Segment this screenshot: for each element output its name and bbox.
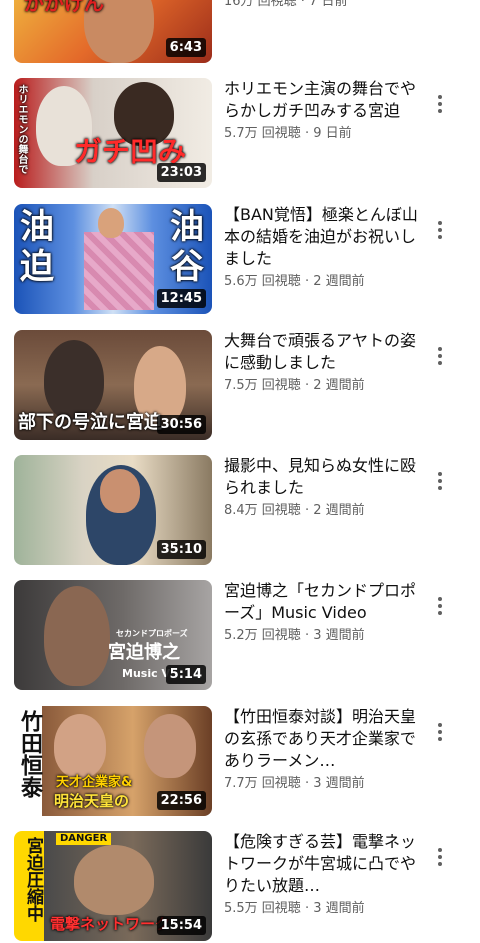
video-thumbnail[interactable]: セカンドプロポーズ 宮迫博之 Music V 5:14	[14, 580, 212, 690]
thumbnail-text: DANGER	[56, 833, 112, 845]
video-item-3[interactable]: 部下の号泣に宮迫 30:56 大舞台で頑張るアヤトの姿に感動しました 7.5万 …	[0, 330, 480, 440]
duration-badge: 5:14	[165, 665, 206, 684]
video-title[interactable]: 【BAN覚悟】極楽とんぼ山本の結婚を油迫がお祝いしました	[224, 204, 420, 270]
more-options-icon[interactable]	[426, 718, 454, 746]
thumbnail-text: 宮迫博之	[108, 642, 180, 663]
thumbnail-text: セカンドプロポーズ	[116, 629, 188, 638]
video-item-0[interactable]: ががげん 6:43 16万 回視聴 · 7 日前	[0, 0, 480, 63]
video-meta: 【竹田恒泰対談】明治天皇の玄孫であり天才企業家でありラーメン… 7.7万 回視聴…	[224, 706, 420, 793]
more-options-icon[interactable]	[426, 843, 454, 871]
duration-badge: 15:54	[156, 916, 206, 935]
video-stats: 8.4万 回視聴 · 2 週間前	[224, 503, 365, 518]
video-thumbnail[interactable]: 35:10	[14, 455, 212, 565]
more-options-icon[interactable]	[426, 467, 454, 495]
thumbnail-figure	[98, 208, 124, 238]
video-item-4[interactable]: 35:10 撮影中、見知らぬ女性に殴られました 8.4万 回視聴 · 2 週間前	[0, 455, 480, 565]
more-options-icon[interactable]	[426, 90, 454, 118]
thumbnail-figure	[44, 340, 104, 420]
duration-badge: 23:03	[156, 163, 206, 182]
thumbnail-text: 部下の号泣に宮迫	[18, 412, 162, 433]
more-options-icon[interactable]	[426, 342, 454, 370]
video-item-1[interactable]: ホリエモンの舞台で ガチ凹み 23:03 ホリエモン主演の舞台でやらかしガチ凹み…	[0, 78, 480, 188]
video-thumbnail[interactable]: 油 迫 油 谷 12:45	[14, 204, 212, 314]
video-item-5[interactable]: セカンドプロポーズ 宮迫博之 Music V 5:14 宮迫博之「セカンドプロポ…	[0, 580, 480, 690]
video-meta: ホリエモン主演の舞台でやらかしガチ凹みする宮迫 5.7万 回視聴 · 9 日前	[224, 78, 420, 143]
video-thumbnail[interactable]: 竹田恒泰 天才企業家& 明治天皇の 22:56	[14, 706, 212, 816]
thumbnail-text: 竹田恒泰	[17, 710, 42, 798]
thumbnail-figure	[144, 714, 196, 778]
video-stats: 16万 回視聴 · 7 日前	[224, 0, 348, 9]
thumbnail-text: Music V	[122, 667, 170, 680]
thumbnail-figure	[100, 469, 140, 513]
more-options-icon[interactable]	[426, 592, 454, 620]
video-item-7[interactable]: DANGER 宮迫圧縮中 電撃ネットワーク 15:54 【危険すぎる芸】電撃ネッ…	[0, 831, 480, 941]
thumbnail-text: 谷	[170, 247, 204, 287]
video-meta: 大舞台で頑張るアヤトの姿に感動しました 7.5万 回視聴 · 2 週間前	[224, 330, 420, 395]
thumbnail-text: 迫	[20, 247, 54, 287]
duration-badge: 6:43	[165, 38, 206, 57]
video-item-2[interactable]: 油 迫 油 谷 12:45 【BAN覚悟】極楽とんぼ山本の結婚を油迫がお祝いしま…	[0, 204, 480, 314]
duration-badge: 35:10	[156, 540, 206, 559]
video-meta: 【危険すぎる芸】電撃ネットワークが牛宮城に凸でやりたい放題… 5.5万 回視聴 …	[224, 831, 420, 918]
video-meta: 16万 回視聴 · 7 日前	[224, 0, 420, 11]
thumbnail-text: ガチ凹み	[74, 135, 187, 168]
thumbnail-figure	[74, 845, 154, 915]
video-item-6[interactable]: 竹田恒泰 天才企業家& 明治天皇の 22:56 【竹田恒泰対談】明治天皇の玄孫で…	[0, 706, 480, 816]
video-meta: 【BAN覚悟】極楽とんぼ山本の結婚を油迫がお祝いしました 5.6万 回視聴 · …	[224, 204, 420, 291]
video-title[interactable]: 大舞台で頑張るアヤトの姿に感動しました	[224, 330, 420, 374]
thumbnail-text: ホリエモンの舞台で	[16, 84, 27, 174]
video-thumbnail[interactable]: 部下の号泣に宮迫 30:56	[14, 330, 212, 440]
video-title[interactable]: 撮影中、見知らぬ女性に殴られました	[224, 455, 420, 499]
thumbnail-figure	[44, 586, 110, 686]
duration-badge: 30:56	[156, 415, 206, 434]
video-meta: 宮迫博之「セカンドプロポーズ」Music Video 5.2万 回視聴 · 3 …	[224, 580, 420, 645]
thumbnail-mosaic	[84, 232, 154, 310]
video-stats: 5.5万 回視聴 · 3 週間前	[224, 901, 365, 916]
video-stats: 7.5万 回視聴 · 2 週間前	[224, 378, 365, 393]
video-stats: 5.6万 回視聴 · 2 週間前	[224, 274, 365, 289]
video-stats: 5.2万 回視聴 · 3 週間前	[224, 628, 365, 643]
video-title[interactable]: 【危険すぎる芸】電撃ネットワークが牛宮城に凸でやりたい放題…	[224, 831, 420, 897]
video-thumbnail[interactable]: ホリエモンの舞台で ガチ凹み 23:03	[14, 78, 212, 188]
thumbnail-text: 油	[170, 207, 204, 247]
more-options-icon[interactable]	[426, 216, 454, 244]
thumbnail-text: 天才企業家&	[56, 775, 133, 790]
thumbnail-text: 明治天皇の	[54, 792, 130, 810]
thumbnail-figure	[54, 714, 106, 778]
thumbnail-text: 油	[20, 207, 54, 247]
video-stats: 7.7万 回視聴 · 3 週間前	[224, 776, 365, 791]
video-thumbnail[interactable]: DANGER 宮迫圧縮中 電撃ネットワーク 15:54	[14, 831, 212, 941]
video-thumbnail[interactable]: ががげん 6:43	[14, 0, 212, 63]
video-meta: 撮影中、見知らぬ女性に殴られました 8.4万 回視聴 · 2 週間前	[224, 455, 420, 520]
video-title[interactable]: 宮迫博之「セカンドプロポーズ」Music Video	[224, 580, 420, 624]
video-title[interactable]: 【竹田恒泰対談】明治天皇の玄孫であり天才企業家でありラーメン…	[224, 706, 420, 772]
duration-badge: 22:56	[156, 791, 206, 810]
video-stats: 5.7万 回視聴 · 9 日前	[224, 126, 352, 141]
video-title[interactable]: ホリエモン主演の舞台でやらかしガチ凹みする宮迫	[224, 78, 420, 122]
thumbnail-text: ががげん	[24, 0, 104, 15]
duration-badge: 12:45	[156, 289, 206, 308]
thumbnail-text: 電撃ネットワーク	[50, 915, 171, 933]
thumbnail-text: 宮迫圧縮中	[23, 837, 43, 922]
